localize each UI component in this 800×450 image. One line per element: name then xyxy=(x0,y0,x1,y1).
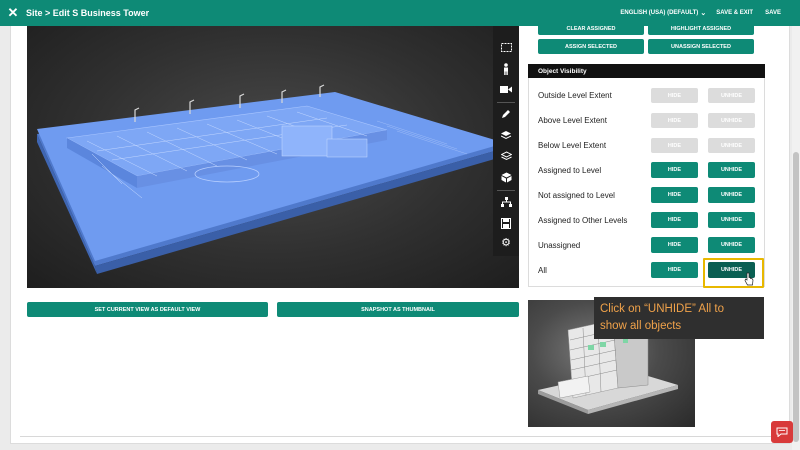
visibility-row-label: All xyxy=(538,266,547,275)
unhide-button[interactable]: UNHIDE xyxy=(708,162,755,178)
hide-button[interactable]: HIDE xyxy=(651,187,698,203)
toolbar-separator xyxy=(497,102,515,103)
pencil-icon[interactable] xyxy=(493,104,519,124)
page-scrollbar[interactable] xyxy=(792,26,800,450)
save-button[interactable]: SAVE xyxy=(765,10,781,16)
camera-icon[interactable] xyxy=(493,79,519,99)
hide-all-button[interactable]: HIDE xyxy=(651,262,698,278)
scrollbar-thumb[interactable] xyxy=(793,152,799,442)
chat-button[interactable] xyxy=(771,421,793,443)
hierarchy-icon[interactable] xyxy=(493,192,519,212)
unhide-button-disabled: UNHIDE xyxy=(708,88,755,103)
unhide-button[interactable]: UNHIDE xyxy=(708,212,755,228)
gear-icon[interactable]: ⚙ xyxy=(493,233,519,253)
hide-button[interactable]: HIDE xyxy=(651,212,698,228)
panel-divider xyxy=(20,436,790,437)
tooltip-line: Click on “UNHIDE” All to xyxy=(600,303,724,315)
tooltip-line: show all objects xyxy=(600,320,682,332)
set-default-view-button[interactable]: SET CURRENT VIEW AS DEFAULT VIEW xyxy=(27,302,268,317)
unhide-button-disabled: UNHIDE xyxy=(708,113,755,128)
model-viewport[interactable] xyxy=(27,26,519,288)
visibility-row-label: Outside Level Extent xyxy=(538,91,612,100)
hide-button[interactable]: HIDE xyxy=(651,162,698,178)
visibility-row-label: Assigned to Level xyxy=(538,166,602,175)
select-box-icon[interactable] xyxy=(493,37,519,57)
page-title: Site > Edit S Business Tower xyxy=(26,8,150,18)
visibility-row-label: Assigned to Other Levels xyxy=(538,216,628,225)
visibility-row-label: Below Level Extent xyxy=(538,141,607,150)
highlight-box xyxy=(703,258,764,288)
visibility-row-label: Not assigned to Level xyxy=(538,191,615,200)
snapshot-thumbnail-button[interactable]: SNAPSHOT AS THUMBNAIL xyxy=(277,302,519,317)
unhide-button[interactable]: UNHIDE xyxy=(708,237,755,253)
save-exit-button[interactable]: SAVE & EXIT xyxy=(716,10,753,16)
unassign-selected-button[interactable]: UNASSIGN SELECTED xyxy=(648,39,754,54)
language-selector[interactable]: ENGLISH (USA) (DEFAULT) ⌄ xyxy=(620,9,706,17)
viewport-toolbar: ⚙ xyxy=(493,26,519,256)
hide-button-disabled: HIDE xyxy=(651,113,698,128)
visibility-row-label: Above Level Extent xyxy=(538,116,607,125)
highlight-assigned-button[interactable]: HIGHLIGHT ASSIGNED xyxy=(648,23,754,35)
language-label: ENGLISH (USA) (DEFAULT) xyxy=(620,10,699,16)
clear-assigned-button[interactable]: CLEAR ASSIGNED xyxy=(538,23,644,35)
save-icon[interactable] xyxy=(493,213,519,233)
toolbar-separator xyxy=(497,190,515,191)
layers-icon[interactable] xyxy=(493,146,519,166)
hand-cursor-icon xyxy=(744,272,754,286)
building-model xyxy=(37,84,505,274)
assign-selected-button[interactable]: ASSIGN SELECTED xyxy=(538,39,644,54)
chevron-down-icon: ⌄ xyxy=(700,10,707,17)
object-visibility-header: Object Visibility xyxy=(528,64,765,78)
hide-button[interactable]: HIDE xyxy=(651,237,698,253)
chat-icon xyxy=(776,427,788,437)
person-icon[interactable] xyxy=(493,59,519,79)
close-icon[interactable]: ✕ xyxy=(0,0,26,26)
unhide-button[interactable]: UNHIDE xyxy=(708,187,755,203)
instruction-tooltip: Click on “UNHIDE” All to show all object… xyxy=(594,297,764,339)
hide-button-disabled: HIDE xyxy=(651,138,698,153)
visibility-row-label: Unassigned xyxy=(538,241,581,250)
unhide-button-disabled: UNHIDE xyxy=(708,138,755,153)
hide-button-disabled: HIDE xyxy=(651,88,698,103)
cube-icon[interactable] xyxy=(493,167,519,187)
layers-edit-icon[interactable] xyxy=(493,125,519,145)
